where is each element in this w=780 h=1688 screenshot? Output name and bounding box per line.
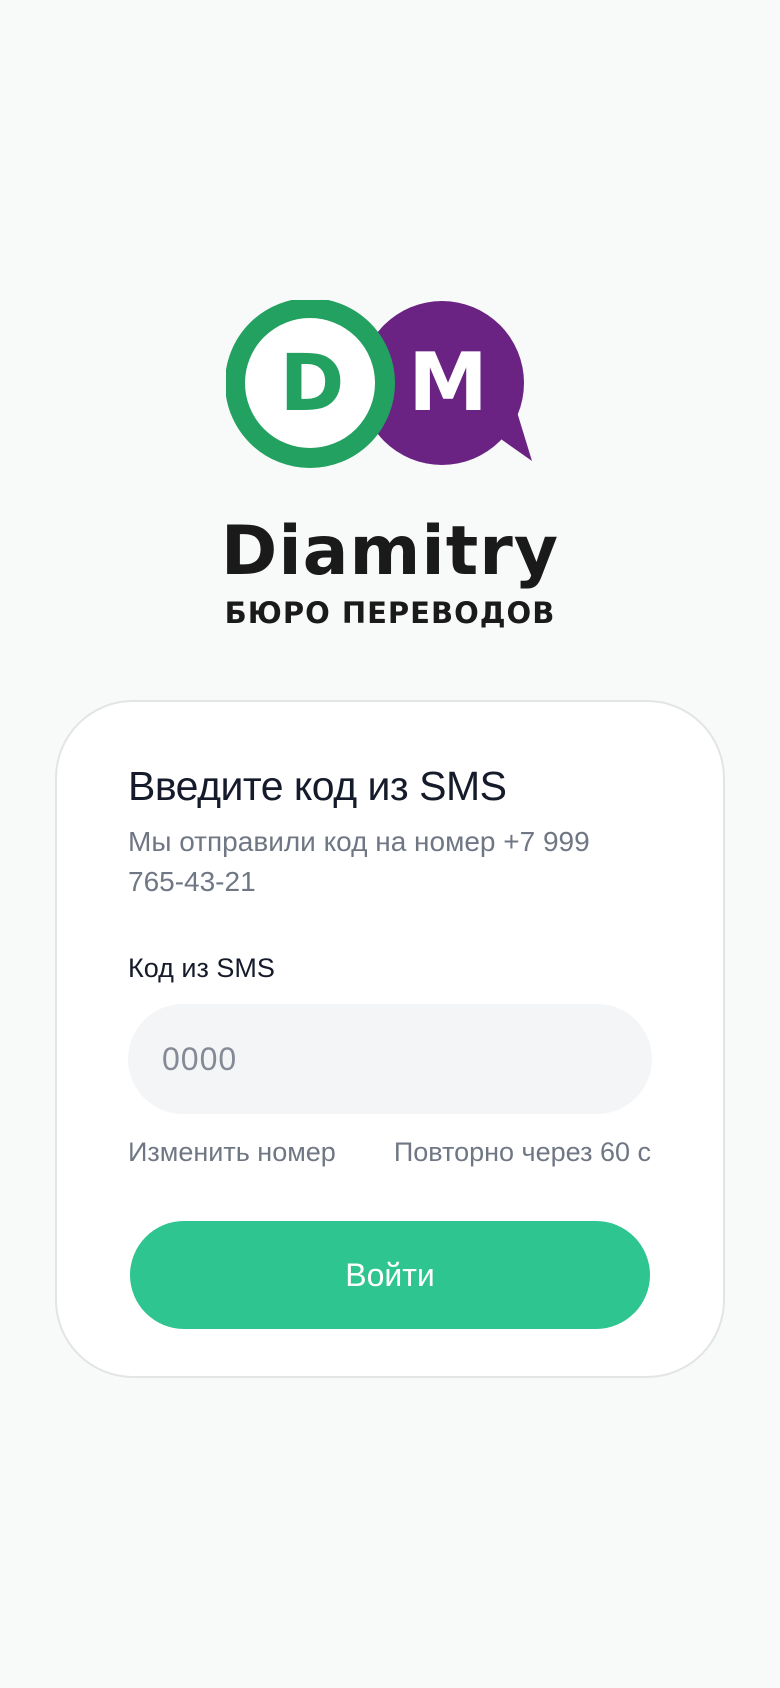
sms-code-card: Введите код из SMS Мы отправили код на н… [55,700,725,1378]
brand-logo: D M Diamitry БЮРО ПЕРЕВОДОВ [0,300,780,640]
code-field-label: Код из SMS [128,953,275,983]
sent-to-description: Мы отправили код на номер +7 999 765-43-… [128,826,590,897]
sms-code-input[interactable] [128,1004,652,1114]
logo-letter-d: D [280,339,345,429]
dm-logo-icon: D M [226,300,532,468]
brand-name: Diamitry [220,512,560,591]
page-title: Введите код из SMS [128,763,507,809]
login-button[interactable]: Войти [130,1221,650,1329]
brand-tagline: БЮРО ПЕРЕВОДОВ [224,596,556,630]
logo-letter-m: M [408,336,488,429]
change-number-link[interactable]: Изменить номер [128,1134,336,1170]
resend-countdown: Повторно через 60 с [393,1137,651,1167]
